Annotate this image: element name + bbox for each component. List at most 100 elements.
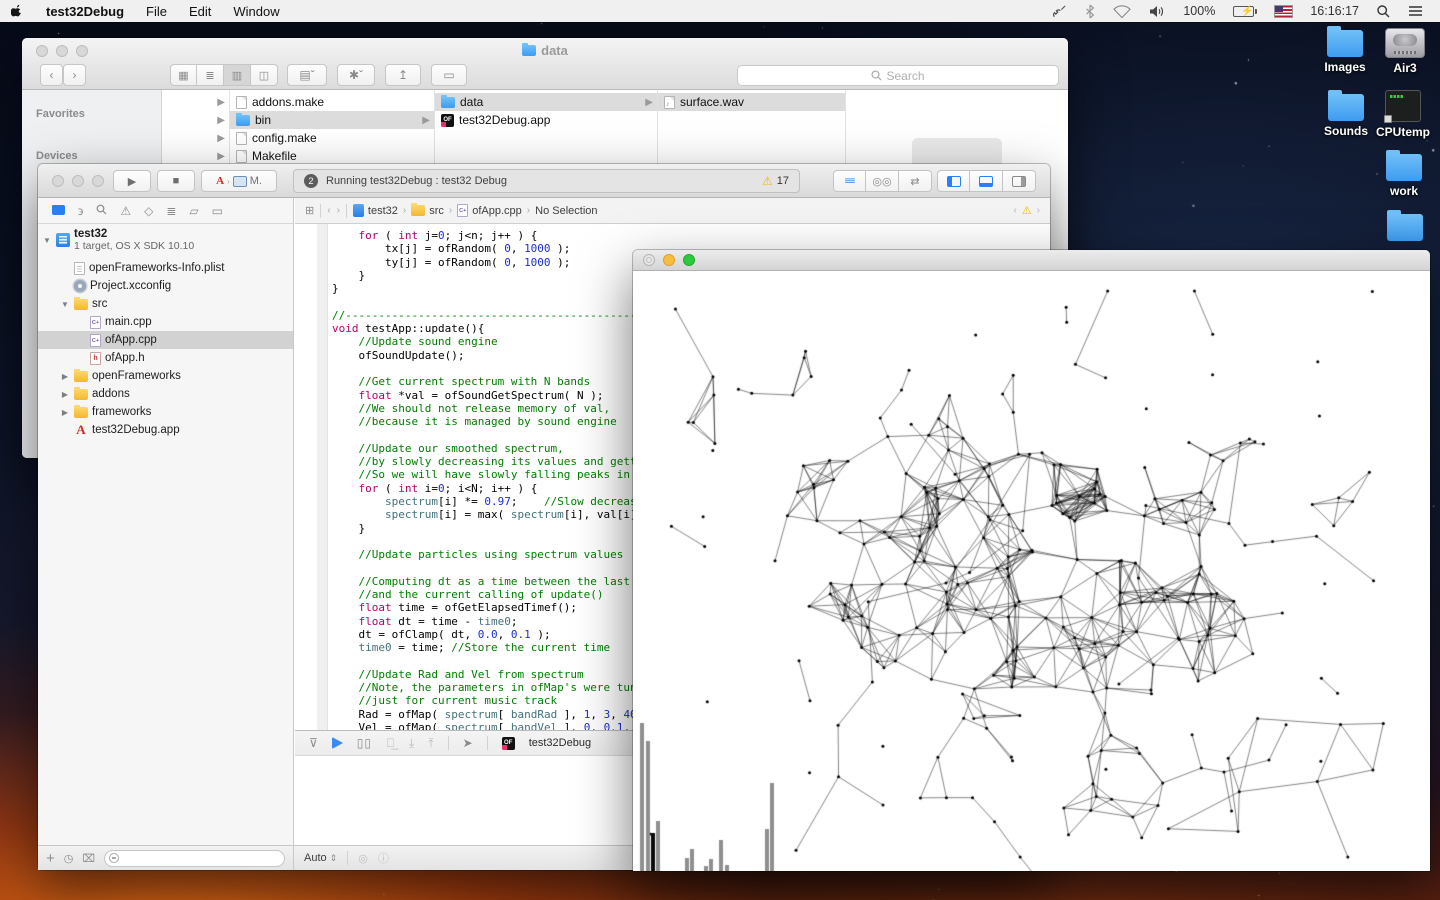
disclosure-closed-icon[interactable]: ▶ xyxy=(60,390,70,399)
version-editor-button[interactable]: ⇄ xyxy=(899,170,932,192)
test-navigator-tab[interactable]: ◇ xyxy=(144,204,153,218)
breadcrumb-no-selection[interactable]: No Selection xyxy=(535,205,597,217)
file-item-surface.wav[interactable]: ♪surface.wav xyxy=(658,93,845,111)
debug-navigator-tab[interactable]: ≣ xyxy=(166,204,176,218)
tree-item-addons[interactable]: ▶addons xyxy=(38,385,293,403)
pause-button[interactable]: ▯▯ xyxy=(357,736,372,750)
tree-item-project[interactable]: ▼test321 target, OS X SDK 10.10 xyxy=(38,226,293,254)
apple-menu[interactable] xyxy=(0,0,35,22)
file-item-data[interactable]: data▶ xyxy=(435,93,657,111)
app-titlebar[interactable] xyxy=(633,250,1430,271)
related-items-icon[interactable]: ⊞ xyxy=(305,204,314,217)
close-button[interactable] xyxy=(52,175,64,187)
prev-issue-button[interactable]: ‹ xyxy=(1013,205,1016,216)
action-menu-button[interactable]: ✱ˇ xyxy=(337,64,375,86)
tree-item-openFrameworks[interactable]: ▶openFrameworks xyxy=(38,367,293,385)
warning-count[interactable]: ⚠17 xyxy=(762,174,799,188)
find-navigator-tab[interactable] xyxy=(96,204,107,218)
menu-file[interactable]: File xyxy=(135,0,178,22)
breadcrumb-src[interactable]: src xyxy=(411,205,444,217)
desktop-icon-folder[interactable] xyxy=(1373,214,1437,241)
report-navigator-tab[interactable]: ▭ xyxy=(212,204,223,218)
xcode-toolbar[interactable]: ▶ ■ A › M. 2 Running test32Debug : test3… xyxy=(38,164,1050,198)
wifi-menu-extra[interactable] xyxy=(1104,0,1140,22)
file-item-bin[interactable]: bin▶ xyxy=(230,111,434,129)
minimize-button[interactable] xyxy=(663,254,675,266)
assistant-editor-button[interactable]: ◎◎ xyxy=(866,170,899,192)
tree-item-ofApp.cpp[interactable]: C+ofApp.cpp xyxy=(38,331,293,349)
app-window-test32debug[interactable] xyxy=(633,250,1430,871)
breakpoints-toggle-icon[interactable] xyxy=(332,737,343,749)
step-over-button[interactable]: ⌒̲ xyxy=(386,736,395,750)
share-button[interactable]: ↥ xyxy=(385,64,421,86)
tag-button[interactable]: ▭ xyxy=(431,64,467,86)
project-navigator-tab[interactable] xyxy=(52,204,65,218)
menu-window[interactable]: Window xyxy=(222,0,290,22)
variables-scope-menu[interactable]: Auto ⇕ xyxy=(304,852,337,864)
file-item-Makefile[interactable]: Makefile xyxy=(230,147,434,165)
icon-view-button[interactable]: ▦ xyxy=(170,64,197,86)
disclosure-closed-icon[interactable]: ▶ xyxy=(60,372,70,381)
standard-editor-button[interactable]: ≡≡ xyxy=(833,170,866,192)
input-source-menu-extra[interactable] xyxy=(1266,0,1301,22)
tree-item-main.cpp[interactable]: C+main.cpp xyxy=(38,313,293,331)
editor-mode-switcher[interactable]: ≡≡ ◎◎ ⇄ xyxy=(833,170,932,192)
app-menu-title[interactable]: test32Debug xyxy=(35,0,135,22)
location-button[interactable]: ➤ xyxy=(463,736,473,750)
navigator-filter-bar[interactable]: + ◷ ⌧ xyxy=(38,845,294,870)
add-button[interactable]: + xyxy=(46,850,55,867)
file-item-test32Debug.app[interactable]: OFtest32Debug.app xyxy=(435,111,657,129)
issue-navigator-tab[interactable]: ⚠ xyxy=(120,204,131,218)
desktop-icon-sounds[interactable]: Sounds xyxy=(1314,94,1378,138)
breadcrumb-ofapp.cpp[interactable]: C+ofApp.cpp xyxy=(457,204,522,217)
run-button[interactable]: ▶ xyxy=(113,170,151,192)
bluetooth-menu-extra[interactable] xyxy=(1076,0,1104,22)
next-issue-button[interactable]: › xyxy=(1037,205,1040,216)
column-chevron-row[interactable]: ▶ xyxy=(162,93,229,111)
column-chevron-row[interactable]: ▶ xyxy=(162,111,229,129)
close-button[interactable] xyxy=(643,254,655,266)
tree-item-ofApp.h[interactable]: hofApp.h xyxy=(38,349,293,367)
file-item-addons.make[interactable]: addons.make xyxy=(230,93,434,111)
list-view-button[interactable]: ≣ xyxy=(197,64,224,86)
navigator-panel-button[interactable] xyxy=(937,170,970,192)
breakpoint-navigator-tab[interactable]: ▱ xyxy=(189,204,198,218)
volume-menu-extra[interactable] xyxy=(1140,0,1174,22)
tree-item-src[interactable]: ▼src xyxy=(38,295,293,313)
disclosure-open-icon[interactable]: ▼ xyxy=(42,236,52,245)
navigator-tab-bar[interactable]: ϶ ⚠ ◇ ≣ ▱ ▭ xyxy=(38,198,293,224)
desktop-icon-images[interactable]: Images xyxy=(1313,30,1377,74)
symbol-navigator-tab[interactable]: ϶ xyxy=(78,204,83,218)
hide-debug-area-button[interactable]: ⊽ xyxy=(309,736,318,750)
column-view-button[interactable]: ▥ xyxy=(224,64,251,86)
notification-center-menu-extra[interactable] xyxy=(1399,0,1432,22)
clock-menu-extra[interactable]: 16:16:17 xyxy=(1301,0,1368,22)
navigator-filter-field[interactable] xyxy=(104,850,285,867)
back-button[interactable]: ‹ xyxy=(40,64,63,86)
inspector-panel-button[interactable] xyxy=(1003,170,1036,192)
back-chevron[interactable]: ‹ xyxy=(327,205,330,216)
code-fold-ribbon[interactable] xyxy=(317,224,328,730)
desktop-icon-cputemp[interactable]: CPUtemp xyxy=(1371,90,1435,139)
jump-bar[interactable]: ⊞ ‹ › test32›src›C+ofApp.cpp›No Selectio… xyxy=(295,198,1050,224)
file-item-config.make[interactable]: config.make xyxy=(230,129,434,147)
coverflow-view-button[interactable]: ◫ xyxy=(251,64,278,86)
spotlight-menu-extra[interactable] xyxy=(1368,0,1399,22)
tree-item-test32Debug.app[interactable]: Atest32Debug.app xyxy=(38,421,293,439)
desktop-icon-work[interactable]: work xyxy=(1372,154,1436,198)
qlp-eye-icon[interactable]: ◎ xyxy=(358,852,368,865)
tree-item-frameworks[interactable]: ▶frameworks xyxy=(38,403,293,421)
view-switcher[interactable] xyxy=(937,170,1036,192)
zoom-button[interactable] xyxy=(683,254,695,266)
disclosure-closed-icon[interactable]: ▶ xyxy=(60,408,70,417)
column-chevron-row[interactable]: ▶ xyxy=(162,147,229,165)
desktop-icon-air3[interactable]: Air3 xyxy=(1373,28,1437,75)
view-switcher[interactable]: ▦ ≣ ▥ ◫ xyxy=(170,64,278,86)
menu-edit[interactable]: Edit xyxy=(178,0,222,22)
step-out-button[interactable]: ⤒ xyxy=(428,736,433,751)
scm-status-icon[interactable]: ⌧ xyxy=(82,852,95,865)
zoom-button[interactable] xyxy=(92,175,104,187)
battery-percent[interactable]: 100% xyxy=(1174,0,1224,22)
scheme-selector[interactable]: A › M. xyxy=(201,170,277,192)
arrange-menu-button[interactable]: ▤ˇ xyxy=(287,64,327,86)
